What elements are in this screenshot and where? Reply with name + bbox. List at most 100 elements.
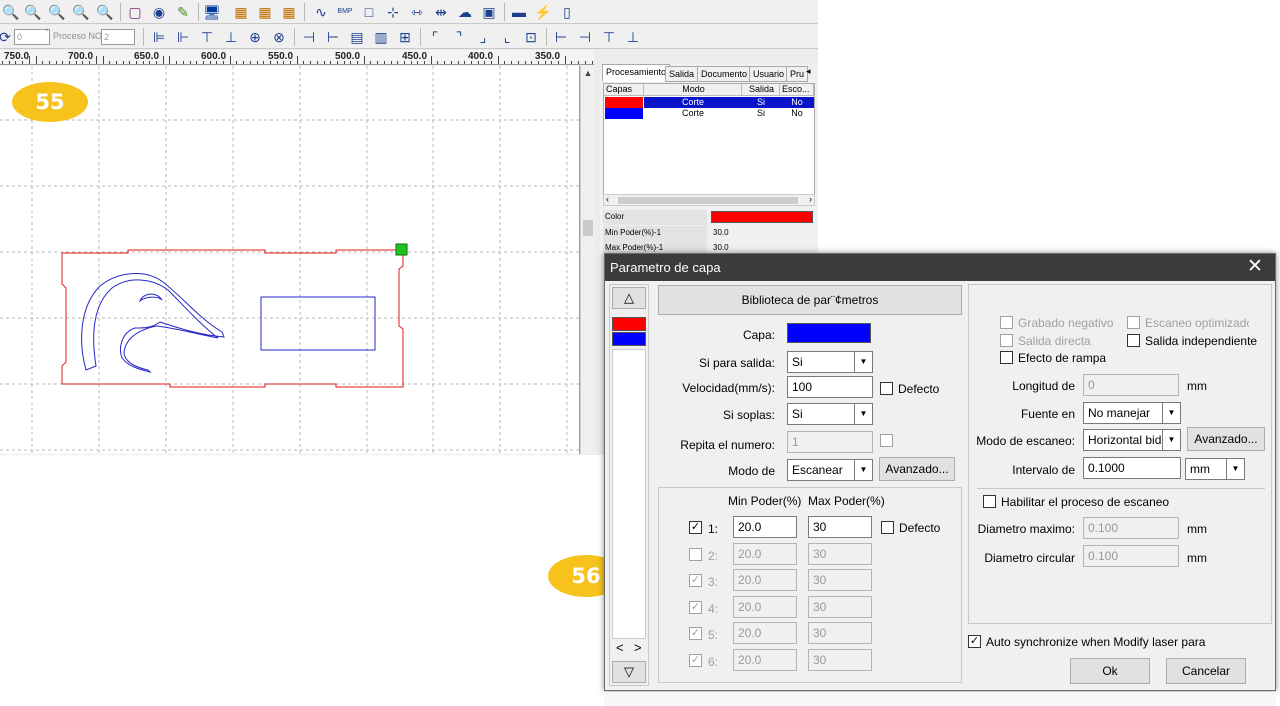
same-height-icon[interactable]: ⊢	[324, 28, 342, 46]
curve-icon[interactable]: ∿	[312, 3, 330, 21]
tab-scroll-icon[interactable]: ◂	[806, 66, 811, 77]
zoom-window-icon[interactable]: 🔍	[48, 3, 66, 21]
chevron-down-icon[interactable]: ▼	[1162, 430, 1180, 450]
array-copy-icon[interactable]: ▦	[256, 3, 274, 21]
velocidad-input[interactable]: 100	[787, 376, 873, 398]
chevron-down-icon[interactable]: ▼	[854, 460, 872, 480]
modo-escaneo-select[interactable]: Horizontal bidi ▼	[1083, 429, 1181, 451]
bottom-left-icon[interactable]: ⌞	[498, 28, 516, 46]
magic-wand-icon[interactable]: ⚡	[534, 3, 552, 21]
modo-select[interactable]: Escanear ▼	[787, 459, 873, 481]
longitud-input[interactable]: 0	[1083, 374, 1179, 396]
select-rect-icon[interactable]: ▢	[126, 3, 144, 21]
distribute-h-icon[interactable]: ▤	[348, 28, 366, 46]
bitmap-icon[interactable]: BMP	[336, 3, 354, 21]
tab-procesamiento[interactable]: Procesamiento	[602, 64, 671, 82]
chevron-down-icon[interactable]: ▼	[1226, 459, 1244, 479]
top-left-icon[interactable]: ⌜	[426, 28, 444, 46]
align-left-icon[interactable]: ⊫	[150, 28, 168, 46]
max-power-input[interactable]: 30	[808, 542, 872, 565]
salida-independiente-checkbox[interactable]	[1127, 334, 1140, 347]
scroll-thumb[interactable]	[618, 197, 798, 204]
scroll-thumb[interactable]	[583, 220, 593, 236]
inner-rectangle[interactable]	[260, 296, 376, 351]
repita-checkbox[interactable]	[880, 434, 893, 447]
duck-head-outline[interactable]	[81, 273, 225, 373]
table-horizontal-scrollbar[interactable]: ‹ ›	[603, 194, 815, 206]
max-power-input[interactable]: 30	[808, 622, 872, 644]
tab-salida[interactable]: Salida	[665, 66, 699, 82]
layer-down-button[interactable]: ▽	[612, 661, 646, 683]
align-bottom-edge-icon[interactable]: ⊥	[624, 28, 642, 46]
zoom-fit-icon[interactable]: 🔍	[72, 3, 90, 21]
same-width-icon[interactable]: ⊣	[300, 28, 318, 46]
tab-documento[interactable]: Documento	[697, 66, 752, 82]
parameter-library-button[interactable]: Biblioteca de par¨¢metros	[658, 285, 962, 315]
power-row-checkbox[interactable]: ✓	[689, 653, 702, 667]
salida-directa-checkbox[interactable]	[1000, 334, 1013, 347]
canvas-vertical-scrollbar[interactable]: ▲	[580, 66, 594, 454]
column-header[interactable]: Modo	[644, 84, 742, 96]
grabado-negativo-checkbox[interactable]	[1000, 316, 1013, 329]
array-grid-icon[interactable]: ▦	[280, 3, 298, 21]
power-defecto-checkbox[interactable]	[881, 521, 894, 534]
center-icon[interactable]: ⊡	[522, 28, 540, 46]
max-power-input[interactable]: 30	[808, 648, 872, 671]
power-row-checkbox[interactable]: ✓	[689, 600, 702, 614]
ok-button[interactable]: Ok	[1070, 658, 1150, 684]
tab-usuario[interactable]: Usuario	[749, 66, 789, 82]
ruler-icon[interactable]: ▯	[558, 3, 576, 21]
align-right-icon[interactable]: ⊩	[174, 28, 192, 46]
zoom-in-icon[interactable]: 🔍	[24, 3, 42, 21]
prop-value[interactable]: 30.0	[709, 226, 815, 241]
layer-up-button[interactable]: △	[612, 287, 646, 309]
center-v-icon[interactable]: ⊗	[270, 28, 288, 46]
min-power-input[interactable]: 20.0	[733, 648, 797, 671]
grid-icon[interactable]: ⊞	[396, 28, 414, 46]
min-power-input[interactable]: 20.0	[733, 516, 797, 538]
align-right-edge-icon[interactable]: ⊣	[576, 28, 594, 46]
chevron-down-icon[interactable]: ▼	[854, 352, 872, 372]
monitor-icon[interactable]: 🖥	[203, 3, 221, 21]
laser-icon[interactable]: ▬	[510, 3, 528, 21]
scroll-left-icon[interactable]: ‹	[606, 194, 609, 204]
table-row[interactable]: Corte Si No	[604, 97, 814, 108]
column-header[interactable]: Salida	[742, 84, 780, 96]
bottom-right-icon[interactable]: ⌟	[474, 28, 492, 46]
power-row-checkbox[interactable]: ✓	[689, 627, 702, 640]
distribute-v-icon[interactable]: ▥	[372, 28, 390, 46]
pen-icon[interactable]: ✎	[174, 3, 192, 21]
align-top-icon[interactable]: ⊤	[198, 28, 216, 46]
drawing-canvas[interactable]	[0, 66, 580, 454]
align-top-edge-icon[interactable]: ⊤	[600, 28, 618, 46]
diametro-circ-input[interactable]: 0.100	[1083, 545, 1179, 567]
scroll-right-icon[interactable]: ›	[809, 194, 812, 204]
close-icon[interactable]: ✕	[1245, 255, 1265, 279]
nav-left-icon[interactable]: <	[616, 640, 624, 655]
selection-handle[interactable]	[395, 243, 408, 256]
prop-value[interactable]: 30.0	[709, 241, 815, 253]
scroll-up-icon[interactable]: ▲	[581, 68, 595, 78]
salida-select[interactable]: Si ▼	[787, 351, 873, 373]
fuente-select[interactable]: No manejar ▼	[1083, 402, 1181, 424]
intervalo-unit-select[interactable]: mm ▼	[1185, 458, 1245, 480]
max-power-input[interactable]: 30	[808, 595, 872, 618]
zoom-page-icon[interactable]: 🔍	[96, 3, 114, 21]
min-power-input[interactable]: 20.0	[733, 622, 797, 644]
layer-swatch-red[interactable]	[612, 317, 646, 331]
diametro-max-input[interactable]: 0.100	[1083, 517, 1179, 539]
align-left-edge-icon[interactable]: ⊢	[552, 28, 570, 46]
min-power-input[interactable]: 20.0	[733, 595, 797, 618]
column-header[interactable]: Esco...	[780, 84, 814, 96]
min-power-input[interactable]: 20.0	[733, 542, 797, 565]
frame-icon[interactable]: ▣	[480, 3, 498, 21]
table-row[interactable]: Corte Si No	[604, 108, 814, 119]
chevron-down-icon[interactable]: ▼	[1162, 403, 1180, 423]
escaneo-optimizado-checkbox[interactable]	[1127, 316, 1140, 329]
prop-color-swatch[interactable]	[711, 211, 813, 223]
velocidad-defecto-checkbox[interactable]	[880, 382, 893, 395]
array-icon[interactable]: ▦	[232, 3, 250, 21]
zoom-out-icon[interactable]: 🔍	[2, 3, 20, 21]
repita-input[interactable]: 1	[787, 431, 873, 453]
escaneo-avanzado-button[interactable]: Avanzado...	[1187, 427, 1265, 451]
